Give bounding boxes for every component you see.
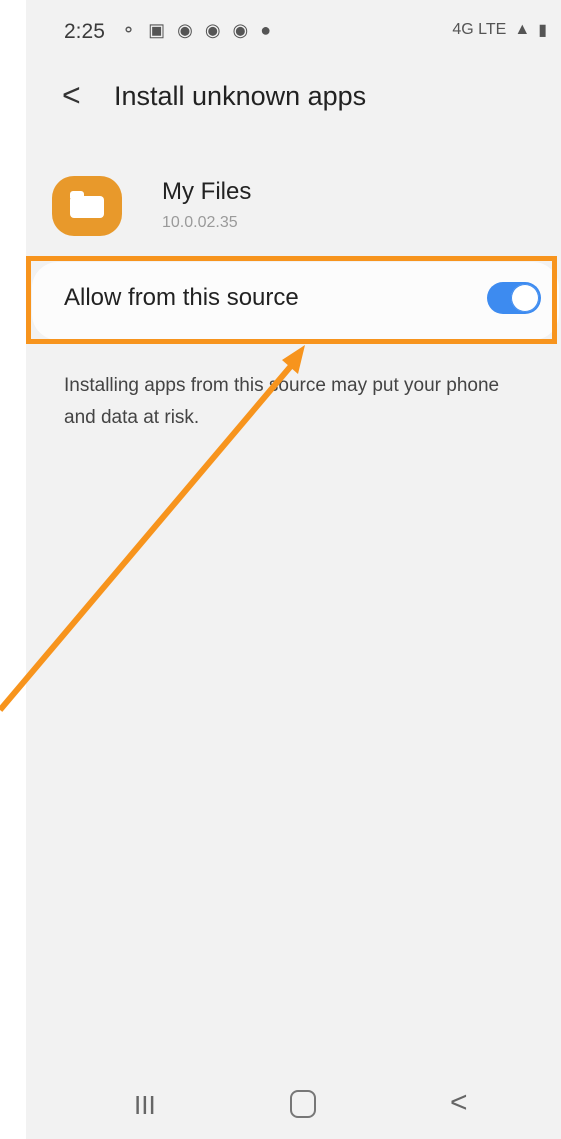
navigation-bar: III < (26, 1070, 561, 1130)
app-version: 10.0.02.35 (162, 214, 238, 231)
home-button[interactable] (290, 1090, 316, 1118)
lock-icon: ◉ (232, 20, 249, 40)
battery-icon: ▮ (538, 22, 547, 39)
shield-icon: ● (260, 20, 272, 40)
app-bar: < Install unknown apps (26, 70, 561, 120)
status-icons: ⚬ ▣ ◉ ◉ ◉ ● (121, 20, 271, 40)
lock-icon: ◉ (204, 20, 221, 40)
my-files-app-icon (52, 176, 122, 236)
nav-back-button[interactable]: < (450, 1086, 468, 1120)
highlight-box (26, 256, 557, 344)
status-time: 2:25 (64, 20, 105, 43)
page-title: Install unknown apps (114, 81, 367, 111)
back-button[interactable]: < (62, 76, 81, 114)
warning-text: Installing apps from this source may put… (64, 375, 500, 428)
phone-screen: 2:25 ⚬ ▣ ◉ ◉ ◉ ● 4G LTE ▲ ▮ < Install un… (26, 0, 561, 1139)
status-bar: 2:25 ⚬ ▣ ◉ ◉ ◉ ● 4G LTE ▲ ▮ (26, 14, 561, 50)
app-name: My Files (162, 178, 252, 205)
lock-icon: ◉ (177, 20, 193, 40)
folder-icon (70, 191, 104, 218)
status-right: 4G LTE ▲ ▮ (452, 20, 547, 40)
signal-icon: ▲ (514, 21, 531, 38)
network-type-icon: 4G LTE (452, 21, 507, 38)
wifi-calling-icon: ⚬ (121, 20, 137, 40)
app-info: My Files 10.0.02.35 (52, 170, 552, 236)
gallery-icon: ▣ (148, 20, 166, 40)
recents-button[interactable]: III (134, 1090, 156, 1121)
